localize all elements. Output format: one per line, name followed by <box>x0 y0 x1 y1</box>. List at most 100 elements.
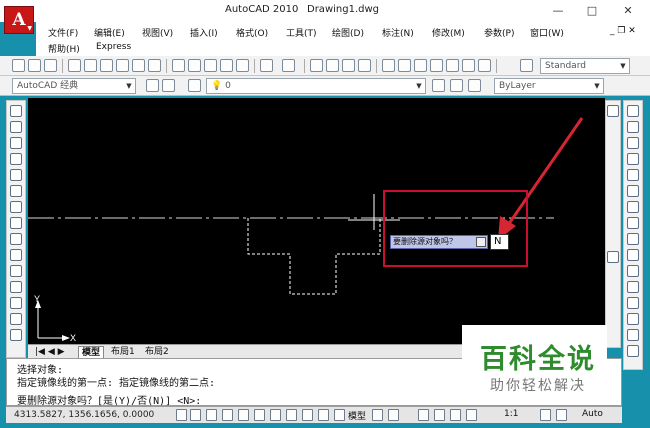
spline-icon[interactable] <box>10 233 22 245</box>
break-at-point-icon[interactable] <box>627 281 639 293</box>
plot-icon[interactable] <box>68 59 81 72</box>
menu-parametric[interactable]: 参数(P) <box>484 26 514 39</box>
zoom-status-icon[interactable] <box>434 409 445 421</box>
ellipse-arc-icon[interactable] <box>10 265 22 277</box>
annotation-visibility-icon[interactable] <box>540 409 551 421</box>
polar-icon[interactable] <box>222 409 233 421</box>
osnap-icon[interactable] <box>238 409 249 421</box>
grid-icon[interactable] <box>190 409 201 421</box>
steering-wheel-icon[interactable] <box>450 409 461 421</box>
layout-list-icon[interactable] <box>388 409 399 421</box>
layout-icon[interactable] <box>372 409 383 421</box>
chamfer-icon[interactable] <box>627 329 639 341</box>
snap-mode-icon[interactable] <box>176 409 187 421</box>
stretch-icon[interactable] <box>627 233 639 245</box>
command-prompt[interactable]: 要删除源对象吗？[是(Y)/否(N)] <N>: <box>17 392 201 407</box>
model-space-button[interactable]: 模型 <box>348 409 366 422</box>
extend-icon[interactable] <box>627 265 639 277</box>
scale-icon[interactable] <box>627 217 639 229</box>
menu-help[interactable]: 帮助(H) <box>48 42 80 55</box>
tool-palettes-icon[interactable] <box>414 59 427 72</box>
polygon-icon[interactable] <box>10 153 22 165</box>
3d-osnap-icon[interactable] <box>254 409 265 421</box>
trim-icon[interactable] <box>627 249 639 261</box>
arc-icon[interactable] <box>10 185 22 197</box>
tab-model[interactable]: 模型 <box>78 346 105 358</box>
layer-properties-icon[interactable] <box>188 79 201 92</box>
scroll-up-icon[interactable] <box>607 105 619 117</box>
insert-block-icon[interactable] <box>10 281 22 293</box>
menu-file[interactable]: 文件(F) <box>48 26 78 39</box>
properties-icon[interactable] <box>382 59 395 72</box>
scrollbar-thumb[interactable] <box>607 251 619 263</box>
break-icon[interactable] <box>627 297 639 309</box>
mirror-icon[interactable] <box>627 137 639 149</box>
layer-state-icon[interactable] <box>468 79 481 92</box>
dynamic-input-field[interactable]: N <box>490 234 509 250</box>
auto-scale-icon[interactable] <box>556 409 567 421</box>
dyn-icon[interactable] <box>302 409 313 421</box>
undo-icon[interactable] <box>260 59 273 72</box>
circle-icon[interactable] <box>10 201 22 213</box>
array-icon[interactable] <box>627 169 639 181</box>
paste-icon[interactable] <box>204 59 217 72</box>
open-file-icon[interactable] <box>28 59 41 72</box>
markup-icon[interactable] <box>446 59 459 72</box>
document-window-controls[interactable]: _ ❐ ✕ <box>610 26 636 36</box>
polyline-icon[interactable] <box>10 137 22 149</box>
menu-tools[interactable]: 工具(T) <box>286 26 317 39</box>
copy-icon[interactable] <box>188 59 201 72</box>
redo-icon[interactable] <box>282 59 295 72</box>
etransmit-icon[interactable] <box>132 59 145 72</box>
zoom-previous-icon[interactable] <box>358 59 371 72</box>
pan-status-icon[interactable] <box>418 409 429 421</box>
tab-nav-arrows[interactable]: |◀ ◀ ▶ ▶| <box>32 346 76 369</box>
quickcalc-icon[interactable] <box>462 59 475 72</box>
plot-preview-icon[interactable] <box>84 59 97 72</box>
help-icon[interactable] <box>478 59 491 72</box>
pan-icon[interactable] <box>310 59 323 72</box>
construction-line-icon[interactable] <box>10 121 22 133</box>
minimize-button[interactable]: — <box>548 2 568 20</box>
copy-object-icon[interactable] <box>627 121 639 133</box>
workspace-settings-icon[interactable] <box>146 79 159 92</box>
quick-properties-icon[interactable] <box>334 409 345 421</box>
menu-window[interactable]: 窗口(W) <box>530 26 564 39</box>
menu-draw[interactable]: 绘图(D) <box>332 26 364 39</box>
menu-express[interactable]: Express <box>96 42 131 52</box>
workspace-icon[interactable] <box>162 79 175 92</box>
sheetset-icon[interactable] <box>148 59 161 72</box>
move-icon[interactable] <box>627 185 639 197</box>
offset-icon[interactable] <box>627 153 639 165</box>
workspace-select[interactable]: AutoCAD 经典 ▼ <box>12 78 136 94</box>
publish-icon[interactable] <box>100 59 113 72</box>
menu-modify[interactable]: 修改(M) <box>432 26 465 39</box>
make-block-icon[interactable] <box>10 297 22 309</box>
erase-icon[interactable] <box>627 105 639 117</box>
cut-icon[interactable] <box>172 59 185 72</box>
join-icon[interactable] <box>627 313 639 325</box>
ducs-icon[interactable] <box>286 409 297 421</box>
rectangle-icon[interactable] <box>10 169 22 181</box>
maximize-button[interactable]: □ <box>582 2 602 20</box>
application-menu-button[interactable]: A ▼ <box>4 6 34 34</box>
revision-cloud-icon[interactable] <box>10 217 22 229</box>
menu-format[interactable]: 格式(O) <box>236 26 268 39</box>
menu-view[interactable]: 视图(V) <box>142 26 173 39</box>
match-properties-icon[interactable] <box>220 59 233 72</box>
text-style-select[interactable]: Standard ▼ <box>540 58 630 74</box>
dynamic-prompt-options-icon[interactable] <box>476 237 486 247</box>
save-icon[interactable] <box>44 59 57 72</box>
3d-dwf-icon[interactable] <box>116 59 129 72</box>
close-button[interactable]: ✕ <box>618 2 638 20</box>
otrack-icon[interactable] <box>270 409 281 421</box>
showmotion-icon[interactable] <box>466 409 477 421</box>
line-icon[interactable] <box>10 105 22 117</box>
point-icon[interactable] <box>10 313 22 325</box>
new-file-icon[interactable] <box>12 59 25 72</box>
fillet-icon[interactable] <box>627 345 639 357</box>
layer-previous-icon[interactable] <box>450 79 463 92</box>
rotate-icon[interactable] <box>627 201 639 213</box>
ellipse-icon[interactable] <box>10 249 22 261</box>
make-current-layer-icon[interactable] <box>432 79 445 92</box>
